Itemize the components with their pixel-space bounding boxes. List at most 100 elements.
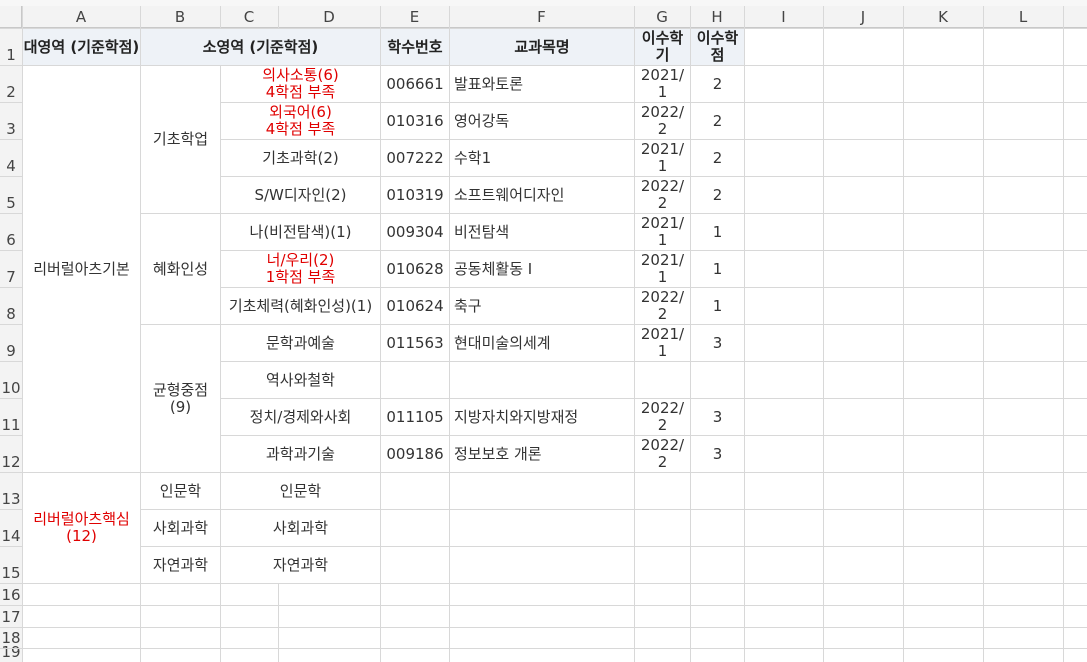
- semester-cell[interactable]: 2022/ 2: [635, 288, 690, 324]
- column-header-g[interactable]: G: [634, 6, 690, 28]
- sub-area-cell[interactable]: 나(비전탐색)(1): [221, 214, 380, 250]
- header-minor-area[interactable]: 소영역 (기준학점): [141, 29, 380, 65]
- group-balanced-focus[interactable]: 균형중점 (9): [141, 325, 220, 472]
- course-name-cell[interactable]: 소프트웨어디자인: [450, 177, 634, 213]
- sub-area-cell[interactable]: 정치/경제와사회: [221, 399, 380, 435]
- semester-cell[interactable]: 2022/ 2: [635, 399, 690, 435]
- row-header-1[interactable]: 1: [0, 28, 22, 65]
- sub-area-cell[interactable]: 기초체력(혜화인성)(1): [221, 288, 380, 324]
- course-code-cell[interactable]: 010628: [381, 251, 449, 287]
- header-empty-cell[interactable]: [984, 29, 1063, 65]
- header-empty-cell[interactable]: [745, 29, 823, 65]
- column-header-h[interactable]: H: [690, 6, 744, 28]
- row-header-19[interactable]: 19: [0, 643, 22, 662]
- sub-area-cell[interactable]: 역사와철학: [221, 362, 380, 398]
- course-code-cell[interactable]: 006661: [381, 66, 449, 102]
- course-code-cell[interactable]: 009304: [381, 214, 449, 250]
- header-course-name[interactable]: 교과목명: [450, 29, 634, 65]
- credits-cell[interactable]: 1: [691, 214, 744, 250]
- credits-cell[interactable]: 2: [691, 177, 744, 213]
- select-all-corner[interactable]: [0, 6, 22, 28]
- group-social-science[interactable]: 사회과학: [141, 510, 220, 546]
- column-header-i[interactable]: I: [744, 6, 823, 28]
- row-header-16[interactable]: 16: [0, 583, 22, 605]
- row-header-7[interactable]: 7: [0, 250, 22, 287]
- sub-area-cell[interactable]: 외국어(6) 4학점 부족: [221, 103, 380, 139]
- sub-area-cell[interactable]: 문학과예술: [221, 325, 380, 361]
- credits-cell[interactable]: 2: [691, 140, 744, 176]
- row-header-15[interactable]: 15: [0, 546, 22, 583]
- row-header-4[interactable]: 4: [0, 139, 22, 176]
- sub-area-cell[interactable]: 너/우리(2) 1학점 부족: [221, 251, 380, 287]
- credits-cell[interactable]: 1: [691, 251, 744, 287]
- sub-area-social-science[interactable]: 사회과학: [221, 510, 380, 546]
- semester-cell[interactable]: 2021/ 1: [635, 214, 690, 250]
- row-header-6[interactable]: 6: [0, 213, 22, 250]
- spreadsheet[interactable]: ABCDEFGHIJKL 1 2 3 4 5 6 7 8 9 10 11 12 13 14 15 16 17 18…: [0, 0, 1087, 662]
- credits-cell[interactable]: 2: [691, 66, 744, 102]
- column-header-f[interactable]: F: [449, 6, 634, 28]
- column-header-c[interactable]: C: [220, 6, 278, 28]
- row-header-13[interactable]: 13: [0, 472, 22, 509]
- row-header-3[interactable]: 3: [0, 102, 22, 139]
- header-course-code[interactable]: 학수번호: [381, 29, 449, 65]
- header-major-area[interactable]: 대영역 (기준학점): [23, 29, 140, 65]
- sub-area-humanities[interactable]: 인문학: [221, 473, 380, 509]
- course-name-cell[interactable]: 현대미술의세계: [450, 325, 634, 361]
- credits-cell[interactable]: [691, 362, 744, 398]
- semester-cell[interactable]: 2021/ 1: [635, 251, 690, 287]
- course-code-cell[interactable]: 011563: [381, 325, 449, 361]
- group-hyehwa-character[interactable]: 혜화인성: [141, 214, 220, 324]
- row-header-17[interactable]: 17: [0, 605, 22, 627]
- row-header-5[interactable]: 5: [0, 176, 22, 213]
- course-code-cell[interactable]: 009186: [381, 436, 449, 472]
- row-header-8[interactable]: 8: [0, 287, 22, 324]
- column-header-j[interactable]: J: [823, 6, 903, 28]
- semester-cell[interactable]: 2021/ 1: [635, 66, 690, 102]
- sub-area-natural-science[interactable]: 자연과학: [221, 547, 380, 583]
- course-name-cell[interactable]: 발표와토론: [450, 66, 634, 102]
- semester-cell[interactable]: 2022/ 2: [635, 103, 690, 139]
- credits-cell[interactable]: 3: [691, 399, 744, 435]
- row-header-14[interactable]: 14: [0, 509, 22, 546]
- course-code-cell[interactable]: 007222: [381, 140, 449, 176]
- column-header-a[interactable]: A: [22, 6, 140, 28]
- course-name-cell[interactable]: 공동체활동 I: [450, 251, 634, 287]
- group-liberal-arts-core[interactable]: 리버럴아츠핵심 (12): [23, 473, 140, 583]
- course-name-cell[interactable]: 수학1: [450, 140, 634, 176]
- course-name-cell[interactable]: 축구: [450, 288, 634, 324]
- semester-cell[interactable]: 2022/ 2: [635, 177, 690, 213]
- course-code-cell[interactable]: 011105: [381, 399, 449, 435]
- credits-cell[interactable]: 1: [691, 288, 744, 324]
- group-humanities[interactable]: 인문학: [141, 473, 220, 509]
- column-header-k[interactable]: K: [903, 6, 983, 28]
- column-header-d[interactable]: D: [278, 6, 380, 28]
- column-header-e[interactable]: E: [380, 6, 449, 28]
- semester-cell[interactable]: 2021/ 1: [635, 325, 690, 361]
- semester-cell[interactable]: 2022/ 2: [635, 436, 690, 472]
- sub-area-cell[interactable]: 의사소통(6) 4학점 부족: [221, 66, 380, 102]
- sub-area-cell[interactable]: 기초과학(2): [221, 140, 380, 176]
- row-header-10[interactable]: 10: [0, 361, 22, 398]
- sub-area-cell[interactable]: 과학과기술: [221, 436, 380, 472]
- group-liberal-arts-basic[interactable]: 리버럴아츠기본: [23, 66, 140, 472]
- row-header-9[interactable]: 9: [0, 324, 22, 361]
- row-header-2[interactable]: 2: [0, 65, 22, 102]
- column-header-b[interactable]: B: [140, 6, 220, 28]
- group-basic-studies[interactable]: 기초학업: [141, 66, 220, 213]
- course-name-cell[interactable]: 지방자치와지방재정: [450, 399, 634, 435]
- header-empty-cell[interactable]: [904, 29, 983, 65]
- course-code-cell[interactable]: 010319: [381, 177, 449, 213]
- row-header-11[interactable]: 11: [0, 398, 22, 435]
- group-natural-science[interactable]: 자연과학: [141, 547, 220, 583]
- course-name-cell[interactable]: 비전탐색: [450, 214, 634, 250]
- course-code-cell[interactable]: 010624: [381, 288, 449, 324]
- column-header-l[interactable]: L: [983, 6, 1063, 28]
- course-code-cell[interactable]: [381, 362, 449, 398]
- sub-area-cell[interactable]: S/W디자인(2): [221, 177, 380, 213]
- row-header-12[interactable]: 12: [0, 435, 22, 472]
- header-credits[interactable]: 이수학점: [691, 29, 744, 65]
- credits-cell[interactable]: 3: [691, 325, 744, 361]
- credits-cell[interactable]: 2: [691, 103, 744, 139]
- credits-cell[interactable]: 3: [691, 436, 744, 472]
